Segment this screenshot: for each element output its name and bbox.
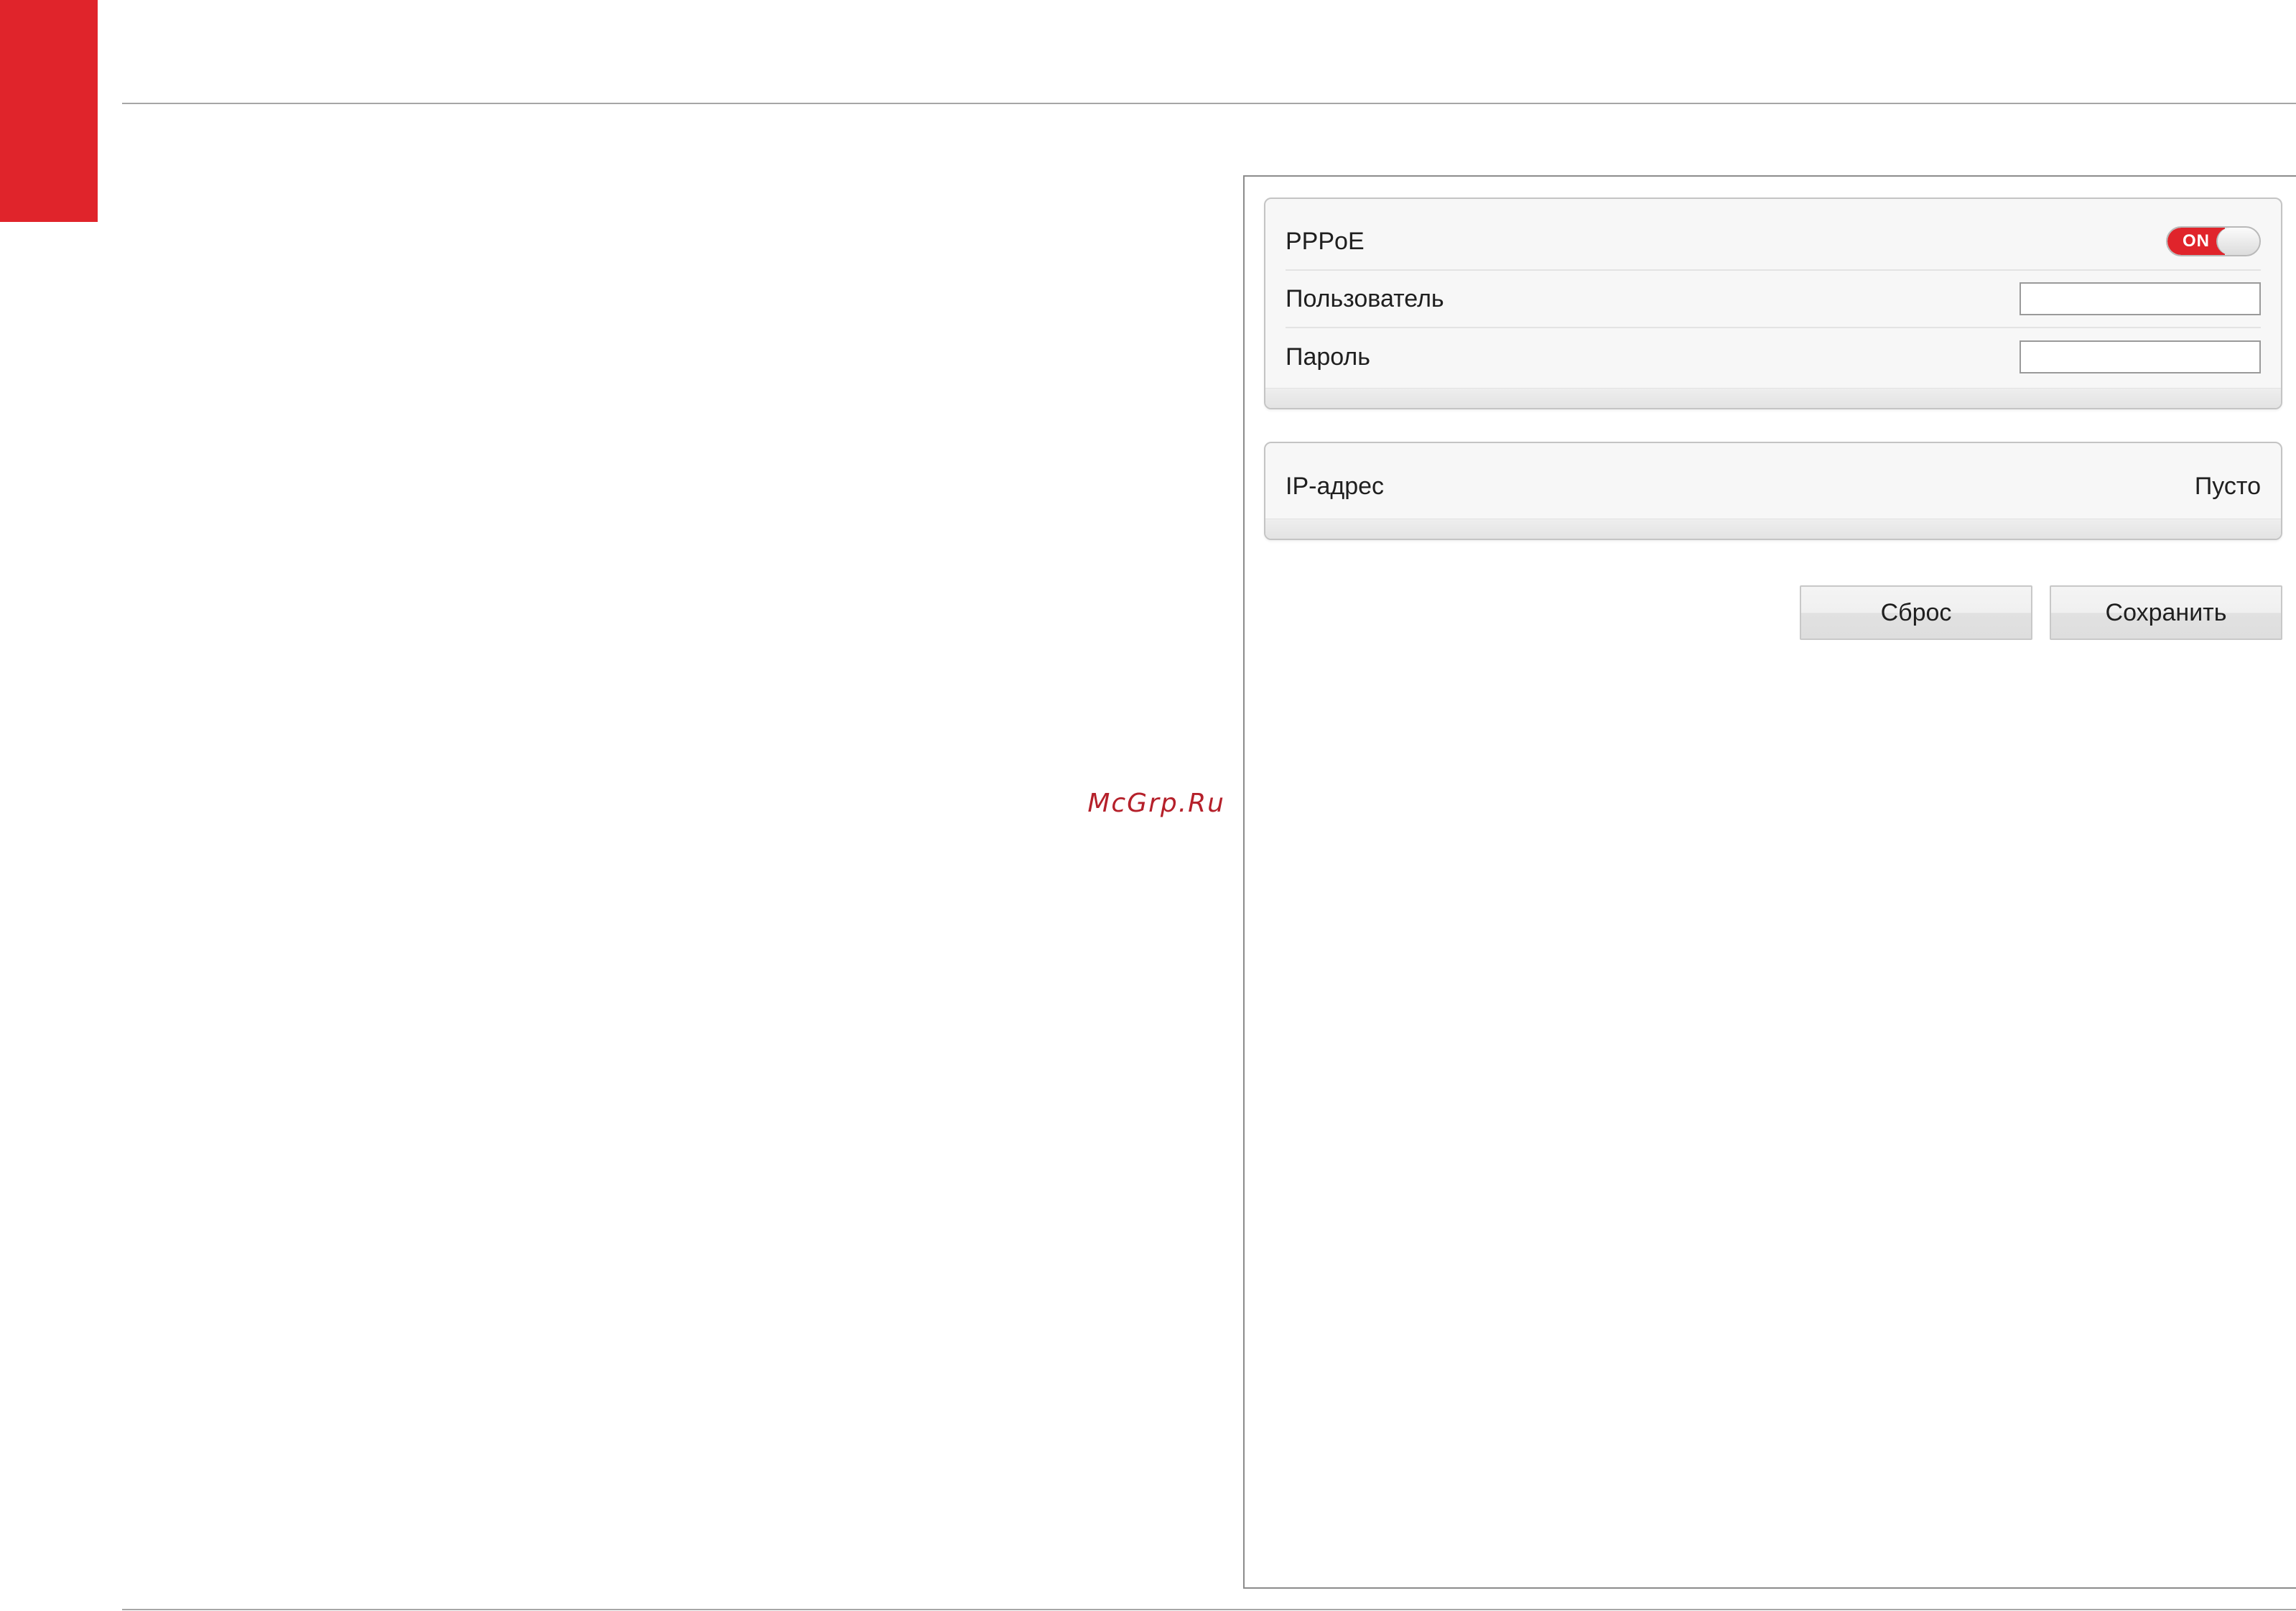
reset-button[interactable]: Сброс bbox=[1800, 585, 2032, 640]
toggle-knob[interactable] bbox=[2216, 228, 2259, 255]
password-input[interactable] bbox=[2020, 340, 2261, 373]
ip-value: Пусто bbox=[2194, 472, 2261, 500]
panel-footer bbox=[1265, 519, 2281, 539]
bottom-divider bbox=[122, 1609, 2296, 1610]
panel-footer bbox=[1265, 388, 2281, 408]
password-label: Пароль bbox=[1286, 343, 1370, 371]
pppoe-toggle[interactable]: ON bbox=[2166, 226, 2261, 256]
pppoe-row: PPPoE ON bbox=[1286, 213, 2261, 271]
ip-row: IP-адрес Пусто bbox=[1286, 458, 2261, 515]
ip-panel: IP-адрес Пусто bbox=[1264, 442, 2282, 540]
red-corner-tab bbox=[0, 0, 98, 222]
user-label: Пользователь bbox=[1286, 284, 1444, 312]
watermark: McGrp.Ru bbox=[1087, 789, 1225, 818]
pppoe-label: PPPoE bbox=[1286, 227, 1365, 255]
top-divider bbox=[122, 103, 2296, 104]
password-row: Пароль bbox=[1286, 328, 2261, 386]
save-button[interactable]: Сохранить bbox=[2050, 585, 2282, 640]
user-input[interactable] bbox=[2020, 282, 2261, 315]
ip-label: IP-адрес bbox=[1286, 472, 1385, 500]
user-row: Пользователь bbox=[1286, 271, 2261, 328]
pppoe-panel: PPPoE ON Пользователь Пароль bbox=[1264, 198, 2282, 409]
